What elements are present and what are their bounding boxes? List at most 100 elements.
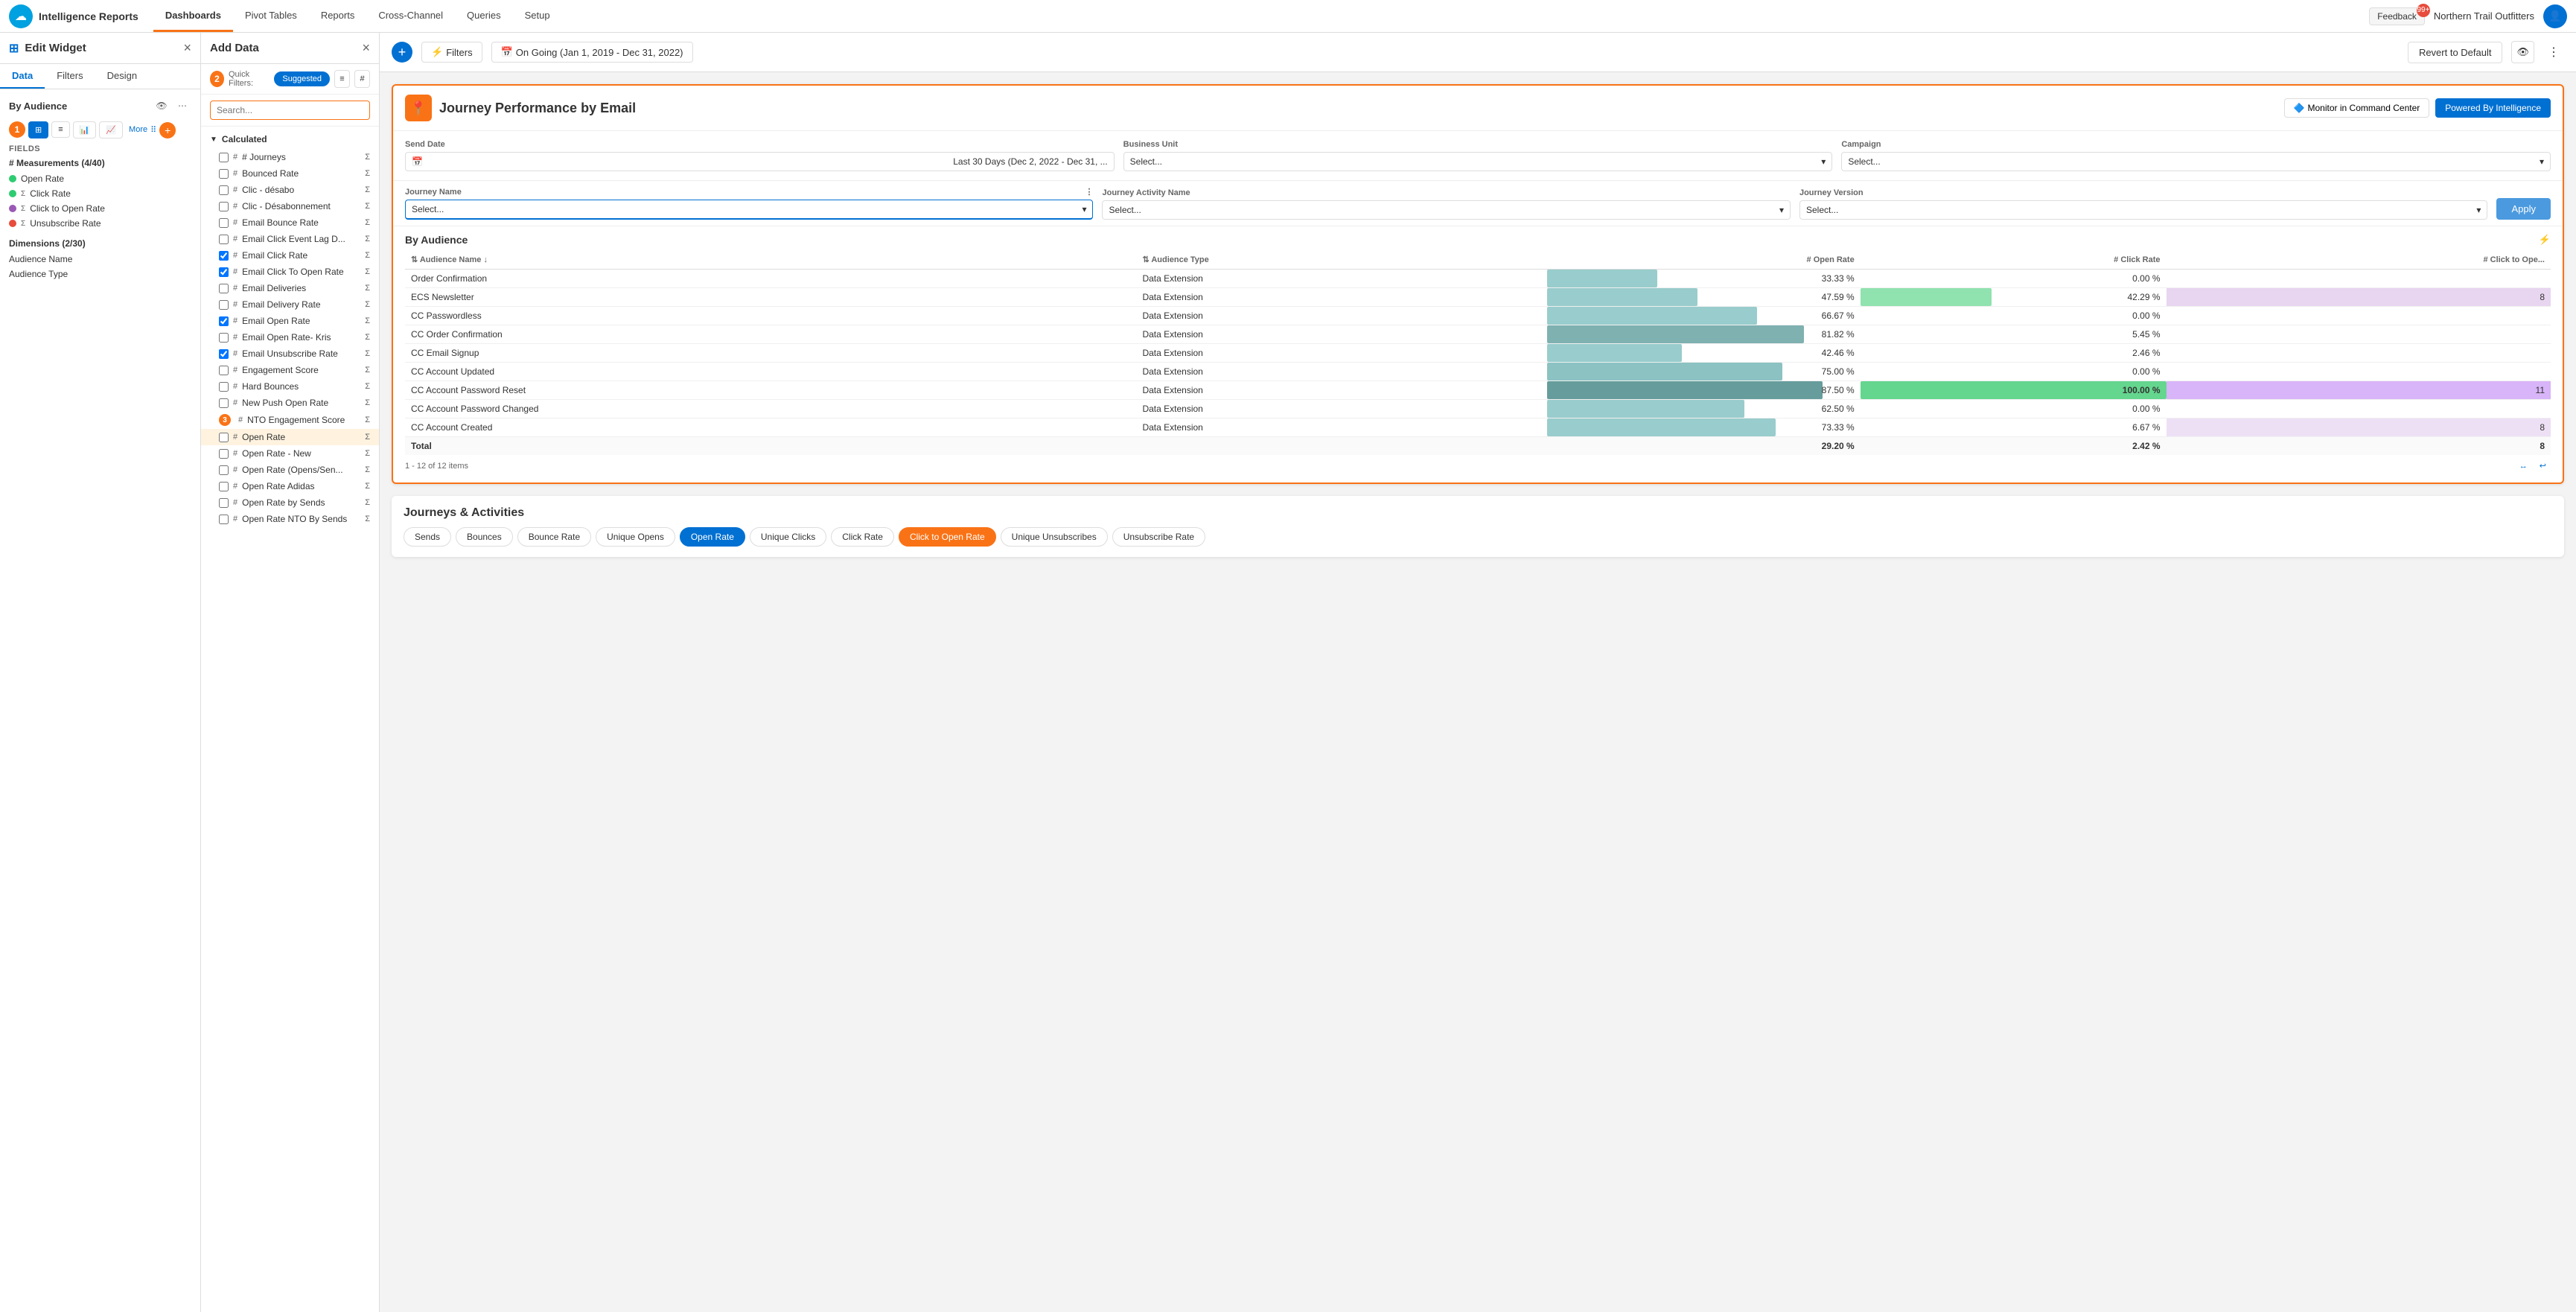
- data-item-open-rate-opens[interactable]: # Open Rate (Opens/Sen... Σ: [201, 462, 379, 478]
- filter-suggested-btn[interactable]: Suggested: [274, 71, 330, 86]
- powered-by-intelligence-button[interactable]: Powered By Intelligence: [2435, 98, 2551, 118]
- nav-tab-queries[interactable]: Queries: [455, 0, 513, 32]
- checkbox-open-rate-sends[interactable]: [219, 498, 229, 508]
- data-item-open-rate-by-sends[interactable]: # Open Rate by Sends Σ: [201, 494, 379, 511]
- more-options-icon[interactable]: ⋯: [173, 97, 191, 115]
- checkbox-new-push-open[interactable]: [219, 398, 229, 408]
- checkbox-email-open-rate[interactable]: [219, 316, 229, 326]
- tag-unique-clicks[interactable]: Unique Clicks: [750, 527, 826, 547]
- col-click-to-open[interactable]: # Click to Ope...: [2167, 250, 2551, 270]
- data-item-open-rate-nto[interactable]: # Open Rate NTO By Sends Σ: [201, 511, 379, 527]
- data-item-4[interactable]: # Email Bounce Rate Σ: [201, 214, 379, 231]
- col-click-rate[interactable]: # Click Rate: [1861, 250, 2167, 270]
- checkbox-email-unsubscribe-rate[interactable]: [219, 349, 229, 359]
- data-item-14[interactable]: # Hard Bounces Σ: [201, 378, 379, 395]
- viz-btn-chart[interactable]: 📊: [73, 121, 97, 138]
- filters-button[interactable]: ⚡ Filters: [421, 42, 482, 63]
- data-group-calculated[interactable]: ▼ Calculated: [201, 130, 379, 149]
- close-button[interactable]: ×: [183, 40, 191, 56]
- checkbox-hard-bounces[interactable]: [219, 382, 229, 392]
- checkbox-email-open-rate-kris[interactable]: [219, 333, 229, 343]
- nav-tab-reports[interactable]: Reports: [309, 0, 367, 32]
- eye-icon[interactable]: 👁: [153, 97, 170, 115]
- data-item-5[interactable]: # Email Click Event Lag D... Σ: [201, 231, 379, 247]
- revert-to-default-button[interactable]: Revert to Default: [2408, 42, 2503, 63]
- checkbox-open-rate[interactable]: [219, 433, 229, 442]
- checkbox-clic-desabonnement[interactable]: [219, 202, 229, 211]
- checkbox-email-click-lag[interactable]: [219, 235, 229, 244]
- viz-btn-list[interactable]: ≡: [51, 121, 69, 138]
- tab-design[interactable]: Design: [95, 64, 149, 89]
- data-item-7[interactable]: # Email Click To Open Rate Σ: [201, 264, 379, 280]
- tag-click-rate[interactable]: Click Rate: [831, 527, 894, 547]
- journey-activity-input[interactable]: Select... ▾: [1102, 200, 1790, 220]
- data-item-open-rate-new[interactable]: # Open Rate - New Σ: [201, 445, 379, 462]
- checkbox-open-rate-adidas[interactable]: [219, 482, 229, 491]
- nav-tab-pivot-tables[interactable]: Pivot Tables: [233, 0, 309, 32]
- search-input[interactable]: [210, 101, 370, 120]
- tag-bounces[interactable]: Bounces: [456, 527, 513, 547]
- tag-open-rate[interactable]: Open Rate: [680, 527, 745, 547]
- data-item-1[interactable]: # Bounced Rate Σ: [201, 165, 379, 182]
- checkbox-email-bounce-rate[interactable]: [219, 218, 229, 228]
- tag-click-to-open-rate[interactable]: Click to Open Rate: [899, 527, 996, 547]
- user-avatar[interactable]: 👤: [2543, 4, 2567, 28]
- tag-bounce-rate[interactable]: Bounce Rate: [517, 527, 591, 547]
- table-filter-icon[interactable]: ⚡: [2539, 234, 2551, 246]
- tag-sends[interactable]: Sends: [404, 527, 451, 547]
- filter-icon-btn-2[interactable]: #: [354, 70, 370, 88]
- checkbox-engagement-score[interactable]: [219, 366, 229, 375]
- data-item-9[interactable]: # Email Delivery Rate Σ: [201, 296, 379, 313]
- col-audience-type[interactable]: ⇅ Audience Type: [1136, 250, 1547, 270]
- data-item-open-rate-adidas[interactable]: # Open Rate Adidas Σ: [201, 478, 379, 494]
- nav-tab-setup[interactable]: Setup: [513, 0, 562, 32]
- org-name[interactable]: Northern Trail Outfitters: [2434, 10, 2534, 22]
- checkbox-email-click-rate[interactable]: [219, 251, 229, 261]
- viz-btn-table[interactable]: ⊞: [28, 121, 48, 138]
- data-item-2[interactable]: # Clic - désabo Σ: [201, 182, 379, 198]
- data-item-10[interactable]: # Email Open Rate Σ: [201, 313, 379, 329]
- apply-button[interactable]: Apply: [2496, 198, 2551, 220]
- feedback-button[interactable]: Feedback 99+: [2369, 7, 2425, 25]
- tag-unique-unsubscribes[interactable]: Unique Unsubscribes: [1001, 527, 1108, 547]
- nav-tab-dashboards[interactable]: Dashboards: [153, 0, 233, 32]
- data-item-13[interactable]: # Engagement Score Σ: [201, 362, 379, 378]
- data-item-6[interactable]: # Email Click Rate Σ: [201, 247, 379, 264]
- checkbox-email-click-to-open[interactable]: [219, 267, 229, 277]
- checkbox-open-rate-new[interactable]: [219, 449, 229, 459]
- data-item-3[interactable]: # Clic - Désabonnement Σ: [201, 198, 379, 214]
- next-page-button[interactable]: ↩: [2535, 459, 2551, 472]
- add-button[interactable]: +: [392, 42, 412, 63]
- data-item-15[interactable]: # New Push Open Rate Σ: [201, 395, 379, 411]
- checkbox-bounced-rate[interactable]: [219, 169, 229, 179]
- tab-filters[interactable]: Filters: [45, 64, 95, 89]
- data-item-8[interactable]: # Email Deliveries Σ: [201, 280, 379, 296]
- tag-unique-opens[interactable]: Unique Opens: [596, 527, 675, 547]
- filter-icon-btn-1[interactable]: ≡: [334, 70, 350, 88]
- more-options-journey[interactable]: ⋮: [1085, 187, 1093, 197]
- journey-version-input[interactable]: Select... ▾: [1799, 200, 2487, 220]
- add-data-close[interactable]: ×: [362, 40, 370, 56]
- visibility-button[interactable]: 👁: [2511, 41, 2534, 63]
- viz-btn-line[interactable]: 📈: [99, 121, 123, 138]
- tag-unsubscribe-rate[interactable]: Unsubscribe Rate: [1112, 527, 1205, 547]
- data-item-0[interactable]: # # Journeys Σ: [201, 149, 379, 165]
- add-field-button[interactable]: +: [159, 122, 176, 138]
- date-range-button[interactable]: 📅 On Going (Jan 1, 2019 - Dec 31, 2022): [491, 42, 693, 63]
- business-unit-input[interactable]: Select... ▾: [1123, 152, 1833, 171]
- campaign-input[interactable]: Select... ▾: [1841, 152, 2551, 171]
- journey-name-input[interactable]: Select... ▾: [405, 200, 1093, 220]
- checkbox-clic-desabo[interactable]: [219, 185, 229, 195]
- prev-page-button[interactable]: ↔: [2515, 460, 2532, 472]
- monitor-command-center-button[interactable]: 🔷 Monitor in Command Center: [2284, 98, 2430, 118]
- data-item-16[interactable]: 3 # NTO Engagement Score Σ: [201, 411, 379, 429]
- data-item-11[interactable]: # Email Open Rate- Kris Σ: [201, 329, 379, 345]
- checkbox-email-deliveries[interactable]: [219, 284, 229, 293]
- checkbox-journeys[interactable]: [219, 153, 229, 162]
- more-link[interactable]: More: [129, 125, 147, 134]
- checkbox-email-delivery-rate[interactable]: [219, 300, 229, 310]
- more-options-button[interactable]: ⋮: [2543, 40, 2564, 64]
- data-item-open-rate[interactable]: # Open Rate Σ: [201, 429, 379, 445]
- checkbox-open-rate-nto[interactable]: [219, 515, 229, 524]
- nav-tab-cross-channel[interactable]: Cross-Channel: [366, 0, 455, 32]
